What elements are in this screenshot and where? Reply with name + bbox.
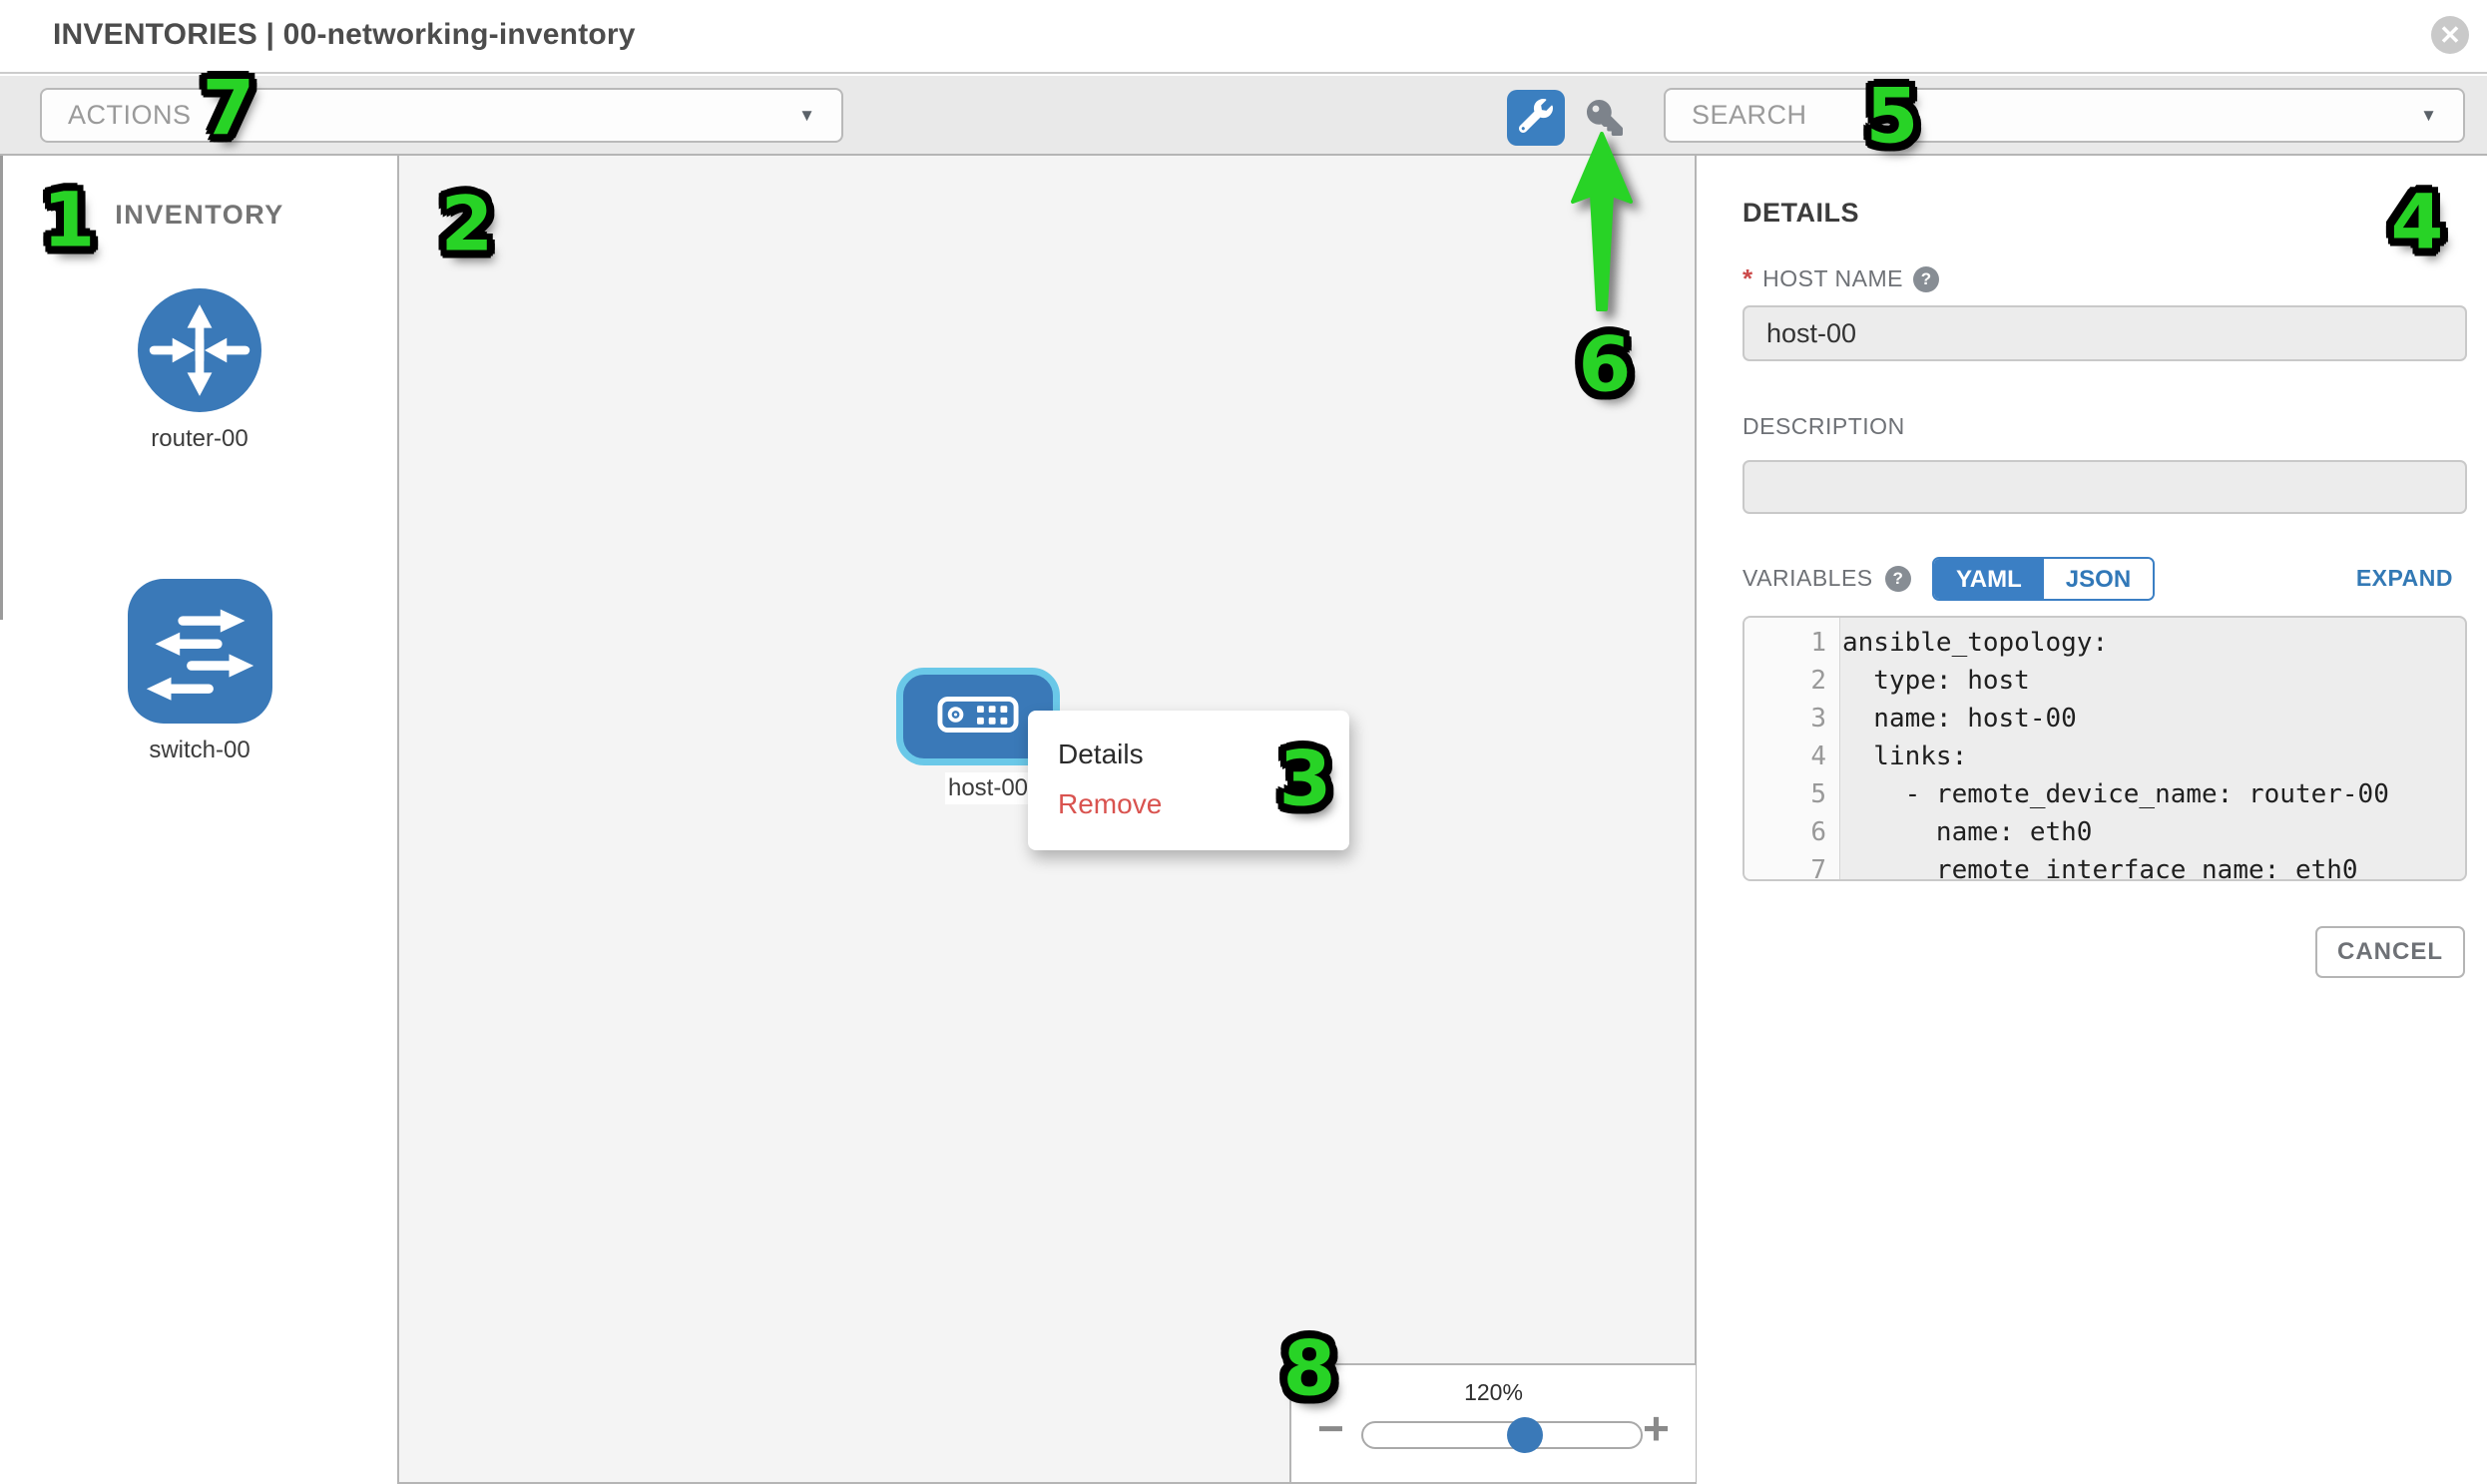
code-line: 3 name: host-00 xyxy=(1744,700,2465,738)
code-line: 5 - remote_device_name: router-00 xyxy=(1744,775,2465,813)
line-number: 4 xyxy=(1744,738,1826,775)
node-context-menu: Details Remove xyxy=(1028,711,1349,850)
router-icon xyxy=(138,288,261,412)
inventory-sidebar-title: INVENTORY xyxy=(0,200,399,231)
content-area: INVENTORY router-00 xyxy=(0,156,2487,1484)
code-lines: 1 ansible_topology: 2 type: host 3 name:… xyxy=(1744,624,2465,881)
toggle-yaml-button[interactable]: YAML xyxy=(1934,559,2044,599)
line-text: ansible_topology: xyxy=(1826,624,2108,662)
details-panel-title: DETAILS xyxy=(1742,198,1859,229)
caret-down-icon: ▼ xyxy=(2420,106,2437,126)
host-name-label: HOST NAME xyxy=(1762,265,1903,292)
host-name-label-row: * HOST NAME ? xyxy=(1742,263,1939,294)
zoom-out-button[interactable]: − xyxy=(1317,1401,1344,1455)
line-text: type: host xyxy=(1826,662,2030,700)
key-icon xyxy=(1587,100,1623,141)
details-panel: DETAILS * HOST NAME ? DESCRIPTION VARIAB… xyxy=(1699,156,2487,1484)
line-text: remote_interface_name: eth0 xyxy=(1826,851,2358,881)
required-marker: * xyxy=(1742,263,1752,294)
search-dropdown[interactable]: SEARCH ▼ xyxy=(1664,88,2465,143)
line-text: links: xyxy=(1826,738,1967,775)
host-node-label: host-00 xyxy=(945,772,1031,804)
host-name-field[interactable] xyxy=(1742,305,2467,361)
zoom-in-button[interactable]: + xyxy=(1643,1401,1670,1455)
description-label: DESCRIPTION xyxy=(1742,413,1905,440)
code-line: 1 ansible_topology: xyxy=(1744,624,2465,662)
line-number: 6 xyxy=(1744,813,1826,851)
switch-icon xyxy=(128,579,272,724)
inventory-topology-app: INVENTORIES | 00-networking-inventory ✕ … xyxy=(0,0,2487,1484)
line-number: 5 xyxy=(1744,775,1826,813)
toggle-json-button[interactable]: JSON xyxy=(2044,559,2153,599)
variables-label: VARIABLES xyxy=(1742,565,1873,592)
variables-format-toggle: YAML JSON xyxy=(1932,557,2155,601)
inventory-sidebar: INVENTORY router-00 xyxy=(0,156,399,1484)
code-line: 4 links: xyxy=(1744,738,2465,775)
code-line: 2 type: host xyxy=(1744,662,2465,700)
line-number: 7 xyxy=(1744,851,1826,881)
actions-dropdown[interactable]: ACTIONS ▼ xyxy=(40,88,843,143)
question-circle-icon[interactable]: ? xyxy=(1885,566,1911,592)
actions-dropdown-placeholder: ACTIONS xyxy=(68,100,798,131)
line-text: - remote_device_name: router-00 xyxy=(1826,775,2389,813)
line-number: 1 xyxy=(1744,624,1826,662)
toolbar: ACTIONS ▼ SEARCH ▼ xyxy=(0,76,2487,156)
context-menu-item-details[interactable]: Details xyxy=(1058,731,1349,780)
variables-row: VARIABLES ? YAML JSON EXPAND xyxy=(1742,557,2467,603)
zoom-slider-track[interactable] xyxy=(1361,1421,1643,1449)
topology-canvas[interactable]: host-00 Details Remove 120% − + xyxy=(399,156,1697,1484)
zoom-slider-thumb[interactable] xyxy=(1507,1417,1543,1453)
code-line: 7 remote_interface_name: eth0 xyxy=(1744,851,2465,881)
zoom-level-label: 120% xyxy=(1291,1379,1696,1406)
line-number: 2 xyxy=(1744,662,1826,700)
line-number: 3 xyxy=(1744,700,1826,738)
host-icon xyxy=(937,695,1019,740)
line-text: name: eth0 xyxy=(1826,813,2092,851)
caret-down-icon: ▼ xyxy=(798,106,815,126)
search-dropdown-placeholder: SEARCH xyxy=(1692,100,2420,131)
context-menu-item-remove[interactable]: Remove xyxy=(1058,780,1349,830)
description-label-row: DESCRIPTION xyxy=(1742,413,1905,440)
line-text: name: host-00 xyxy=(1826,700,2077,738)
cancel-button[interactable]: CANCEL xyxy=(2315,926,2465,978)
key-credentials-button[interactable] xyxy=(1585,100,1625,140)
variables-code-editor[interactable]: 1 ansible_topology: 2 type: host 3 name:… xyxy=(1742,616,2467,881)
sidebar-item-router-00[interactable]: router-00 xyxy=(0,288,399,453)
sidebar-item-switch-00[interactable]: switch-00 xyxy=(0,579,399,764)
sidebar-item-label: router-00 xyxy=(0,425,399,453)
expand-link[interactable]: EXPAND xyxy=(2356,565,2453,592)
sidebar-item-label: switch-00 xyxy=(0,737,399,764)
wrench-icon xyxy=(1519,99,1553,138)
configure-topology-button[interactable] xyxy=(1507,90,1565,146)
page-title: INVENTORIES | 00-networking-inventory xyxy=(53,18,636,52)
code-line: 6 name: eth0 xyxy=(1744,813,2465,851)
page-header: INVENTORIES | 00-networking-inventory ✕ xyxy=(0,0,2487,74)
close-icon[interactable]: ✕ xyxy=(2431,16,2469,54)
description-field[interactable] xyxy=(1742,460,2467,514)
zoom-control-panel: 120% − + xyxy=(1289,1363,1696,1484)
question-circle-icon[interactable]: ? xyxy=(1913,266,1939,292)
